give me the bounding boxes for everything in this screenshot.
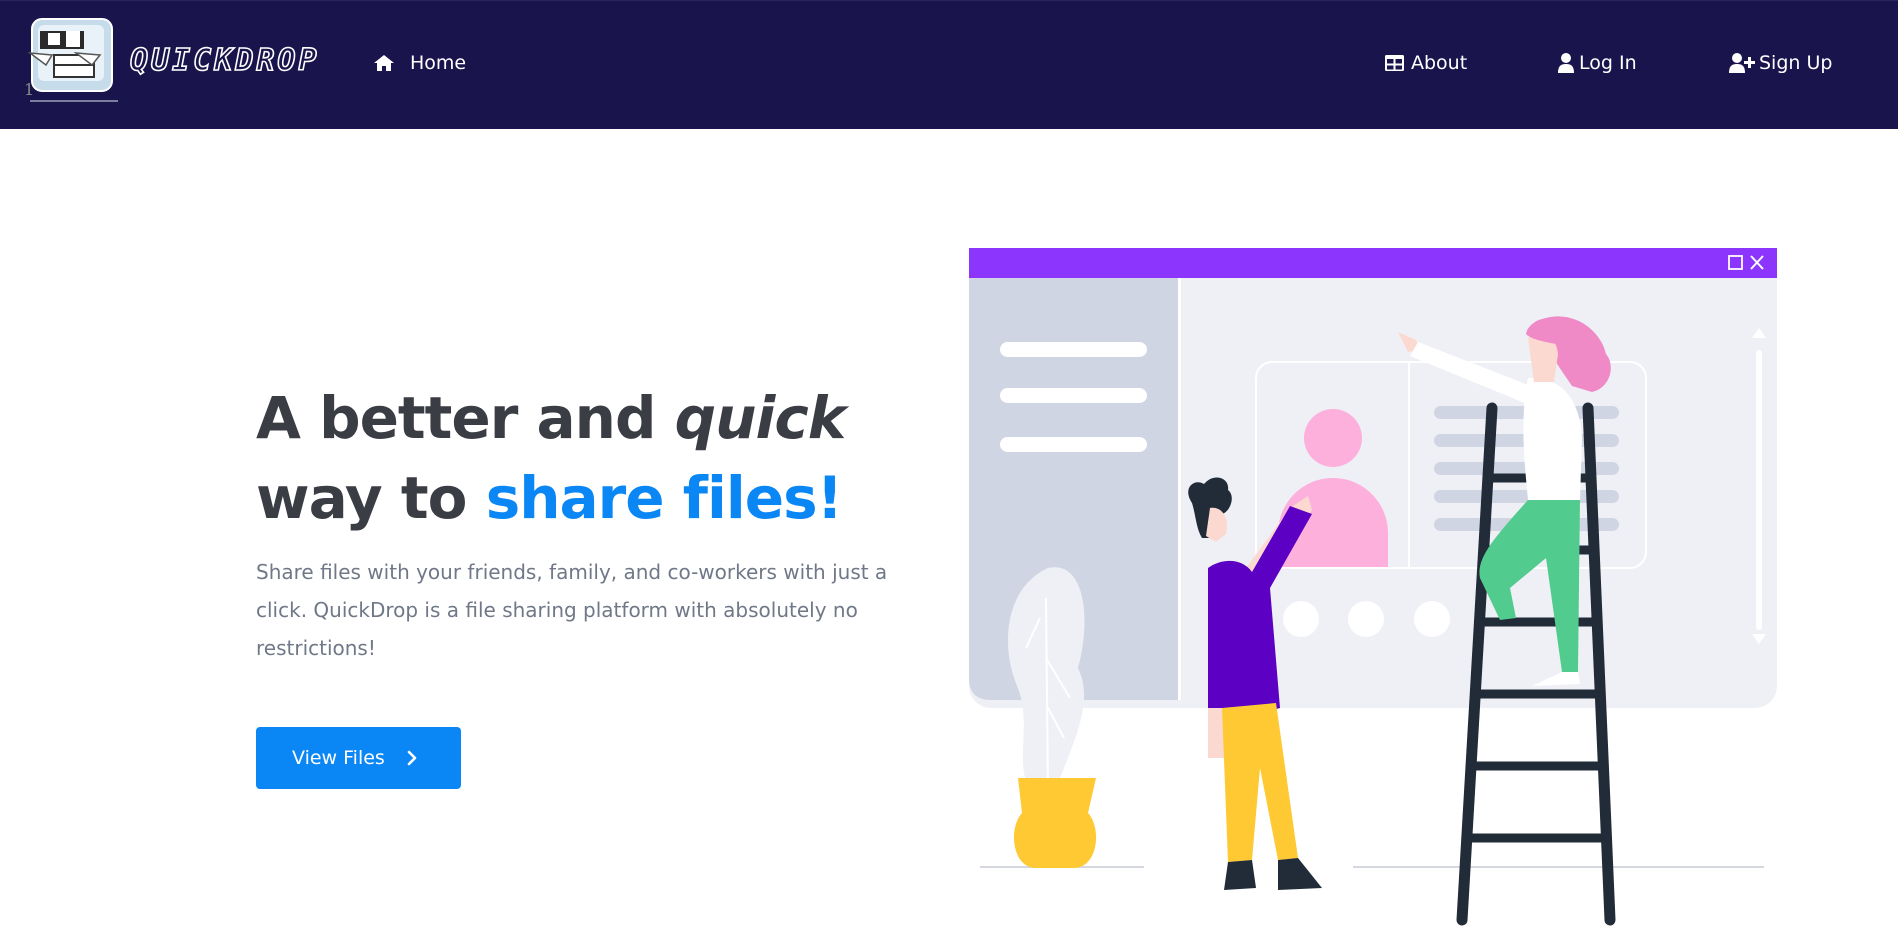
- brand-name: QUICKDROP: [129, 42, 320, 79]
- nav-signup-label: Sign Up: [1759, 52, 1833, 74]
- hero-title-accent: share files!: [485, 464, 843, 532]
- hero-illustration: [969, 248, 1777, 926]
- brand-logo[interactable]: 1 QUICKDROP: [26, 17, 326, 109]
- nav-login-label: Log In: [1579, 52, 1637, 74]
- chevron-right-icon: [407, 750, 417, 766]
- table-icon: [1385, 55, 1404, 71]
- hero-title-part2: way to: [256, 464, 486, 532]
- hero-title-part1: A better and: [256, 384, 675, 452]
- hero-title-italic: quick: [674, 384, 847, 452]
- view-files-label: View Files: [292, 747, 385, 769]
- home-icon: [374, 55, 394, 71]
- logo-icon: 1: [26, 18, 118, 102]
- nav-about[interactable]: About: [1384, 49, 1467, 77]
- svg-text:1: 1: [26, 80, 34, 99]
- user-icon: [1558, 53, 1574, 73]
- hero-description: Share files with your friends, family, a…: [256, 560, 888, 660]
- plant-illustration: [1007, 567, 1097, 868]
- user-plus-icon: [1729, 53, 1755, 73]
- navbar: 1 QUICKDROP Home About Log In Sign Up: [0, 0, 1898, 129]
- view-files-button[interactable]: View Files: [256, 727, 461, 789]
- nav-signup[interactable]: Sign Up: [1729, 49, 1832, 77]
- hero-title: A better and quick way to share files!: [256, 378, 896, 538]
- nav-login[interactable]: Log In: [1557, 49, 1637, 77]
- browser-window-illustration: [969, 248, 1777, 708]
- nav-home-label: Home: [410, 52, 467, 74]
- nav-about-label: About: [1411, 52, 1468, 74]
- nav-home[interactable]: Home: [372, 49, 466, 77]
